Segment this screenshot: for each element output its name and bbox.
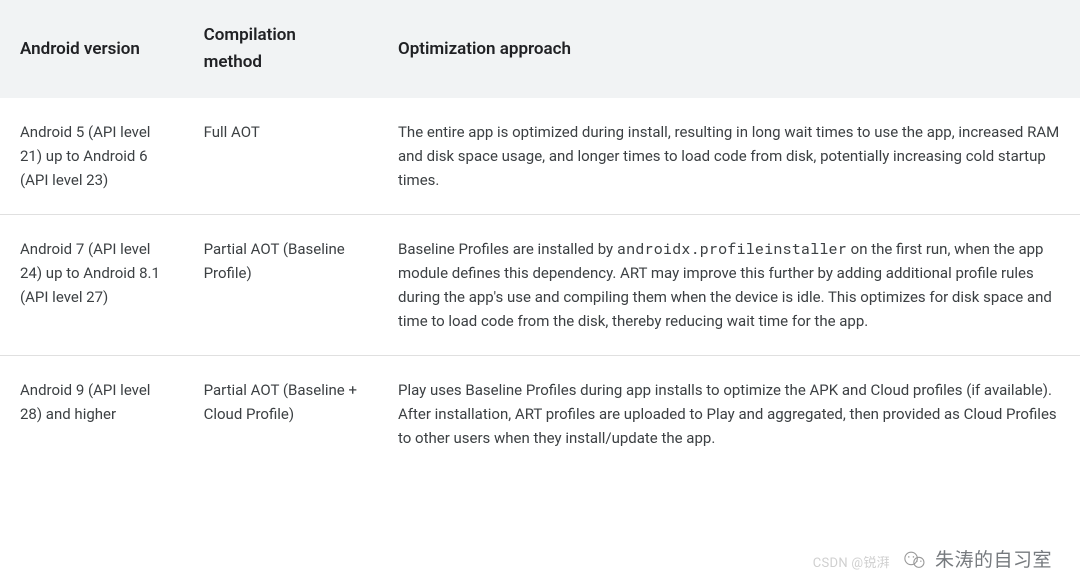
header-android-version: Android version <box>0 0 184 98</box>
header-optimization-approach: Optimization approach <box>378 0 1080 98</box>
table-row: Android 5 (API level 21) up to Android 6… <box>0 98 1080 215</box>
cell-compilation-method: Partial AOT (Baseline Profile) <box>184 215 378 356</box>
compilation-table: Android version Compilation method Optim… <box>0 0 1080 472</box>
table-row: Android 9 (API level 28) and higher Part… <box>0 356 1080 473</box>
csdn-watermark: CSDN @锐湃 <box>813 554 890 575</box>
cell-optimization-approach: Baseline Profiles are installed by andro… <box>378 215 1080 356</box>
wechat-watermark-text: 朱涛的自习室 <box>935 545 1052 575</box>
cell-android-version: Android 5 (API level 21) up to Android 6… <box>0 98 184 215</box>
approach-code: androidx.profileinstaller <box>617 239 847 259</box>
cell-android-version: Android 7 (API level 24) up to Android 8… <box>0 215 184 356</box>
wechat-watermark: 朱涛的自习室 <box>901 545 1052 575</box>
cell-optimization-approach: Play uses Baseline Profiles during app i… <box>378 356 1080 473</box>
wechat-icon <box>901 546 929 574</box>
table-header-row: Android version Compilation method Optim… <box>0 0 1080 98</box>
approach-text: Play uses Baseline Profiles during app i… <box>398 381 1057 447</box>
header-compilation-method: Compilation method <box>184 0 378 98</box>
cell-optimization-approach: The entire app is optimized during insta… <box>378 98 1080 215</box>
cell-android-version: Android 9 (API level 28) and higher <box>0 356 184 473</box>
cell-compilation-method: Partial AOT (Baseline + Cloud Profile) <box>184 356 378 473</box>
table-row: Android 7 (API level 24) up to Android 8… <box>0 215 1080 356</box>
approach-text: The entire app is optimized during insta… <box>398 123 1059 189</box>
cell-compilation-method: Full AOT <box>184 98 378 215</box>
approach-text-pre: Baseline Profiles are installed by <box>398 240 617 258</box>
